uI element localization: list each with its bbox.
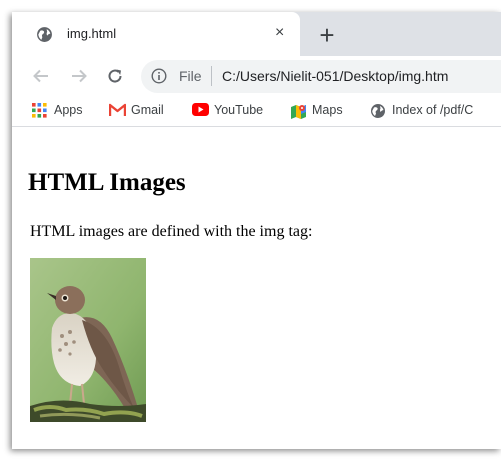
tab-close-icon[interactable]: × — [275, 24, 284, 42]
url-text[interactable]: C:/Users/Nielit-051/Desktop/img.htm — [222, 68, 448, 84]
globe-icon — [371, 104, 385, 118]
bookmark-label: Gmail — [131, 103, 164, 117]
maps-icon — [291, 105, 306, 119]
tab-title: img.html — [67, 26, 117, 41]
bookmark-label: YouTube — [214, 103, 264, 117]
gmail-icon — [109, 103, 126, 116]
reload-button[interactable] — [101, 62, 129, 90]
page-content: HTML Images HTML images are defined with… — [12, 127, 501, 449]
navigation-toolbar: File C:/Users/Nielit-051/Desktop/img.htm — [12, 56, 501, 96]
apps-grid-icon — [32, 103, 47, 118]
globe-icon — [37, 27, 52, 42]
bookmarks-bar: Apps Gmail YouTube Maps Index of /pdf/C — [12, 96, 501, 127]
reload-icon — [108, 69, 122, 83]
back-button[interactable] — [27, 62, 55, 90]
page-heading: HTML Images — [28, 169, 186, 196]
file-scheme-label: File — [179, 68, 202, 84]
youtube-icon — [192, 103, 209, 116]
tab-strip: img.html × + — [12, 12, 501, 56]
tab-img-html[interactable]: img.html × — [12, 12, 300, 56]
arrow-right-icon — [72, 69, 87, 83]
bookmark-label: Maps — [312, 103, 343, 117]
bird-photo — [30, 258, 146, 422]
address-divider — [211, 66, 212, 86]
new-tab-button[interactable]: + — [312, 20, 342, 50]
bookmark-label: Index of /pdf/C — [392, 103, 474, 117]
info-icon[interactable] — [151, 68, 167, 84]
page-paragraph: HTML images are defined with the img tag… — [30, 223, 313, 240]
arrow-left-icon — [33, 69, 48, 83]
browser-window: img.html × + File C:/Users/Nielit-051/De… — [12, 12, 501, 449]
address-bar[interactable]: File C:/Users/Nielit-051/Desktop/img.htm — [141, 60, 501, 93]
bookmark-label: Apps — [54, 103, 83, 117]
forward-button[interactable] — [65, 62, 93, 90]
